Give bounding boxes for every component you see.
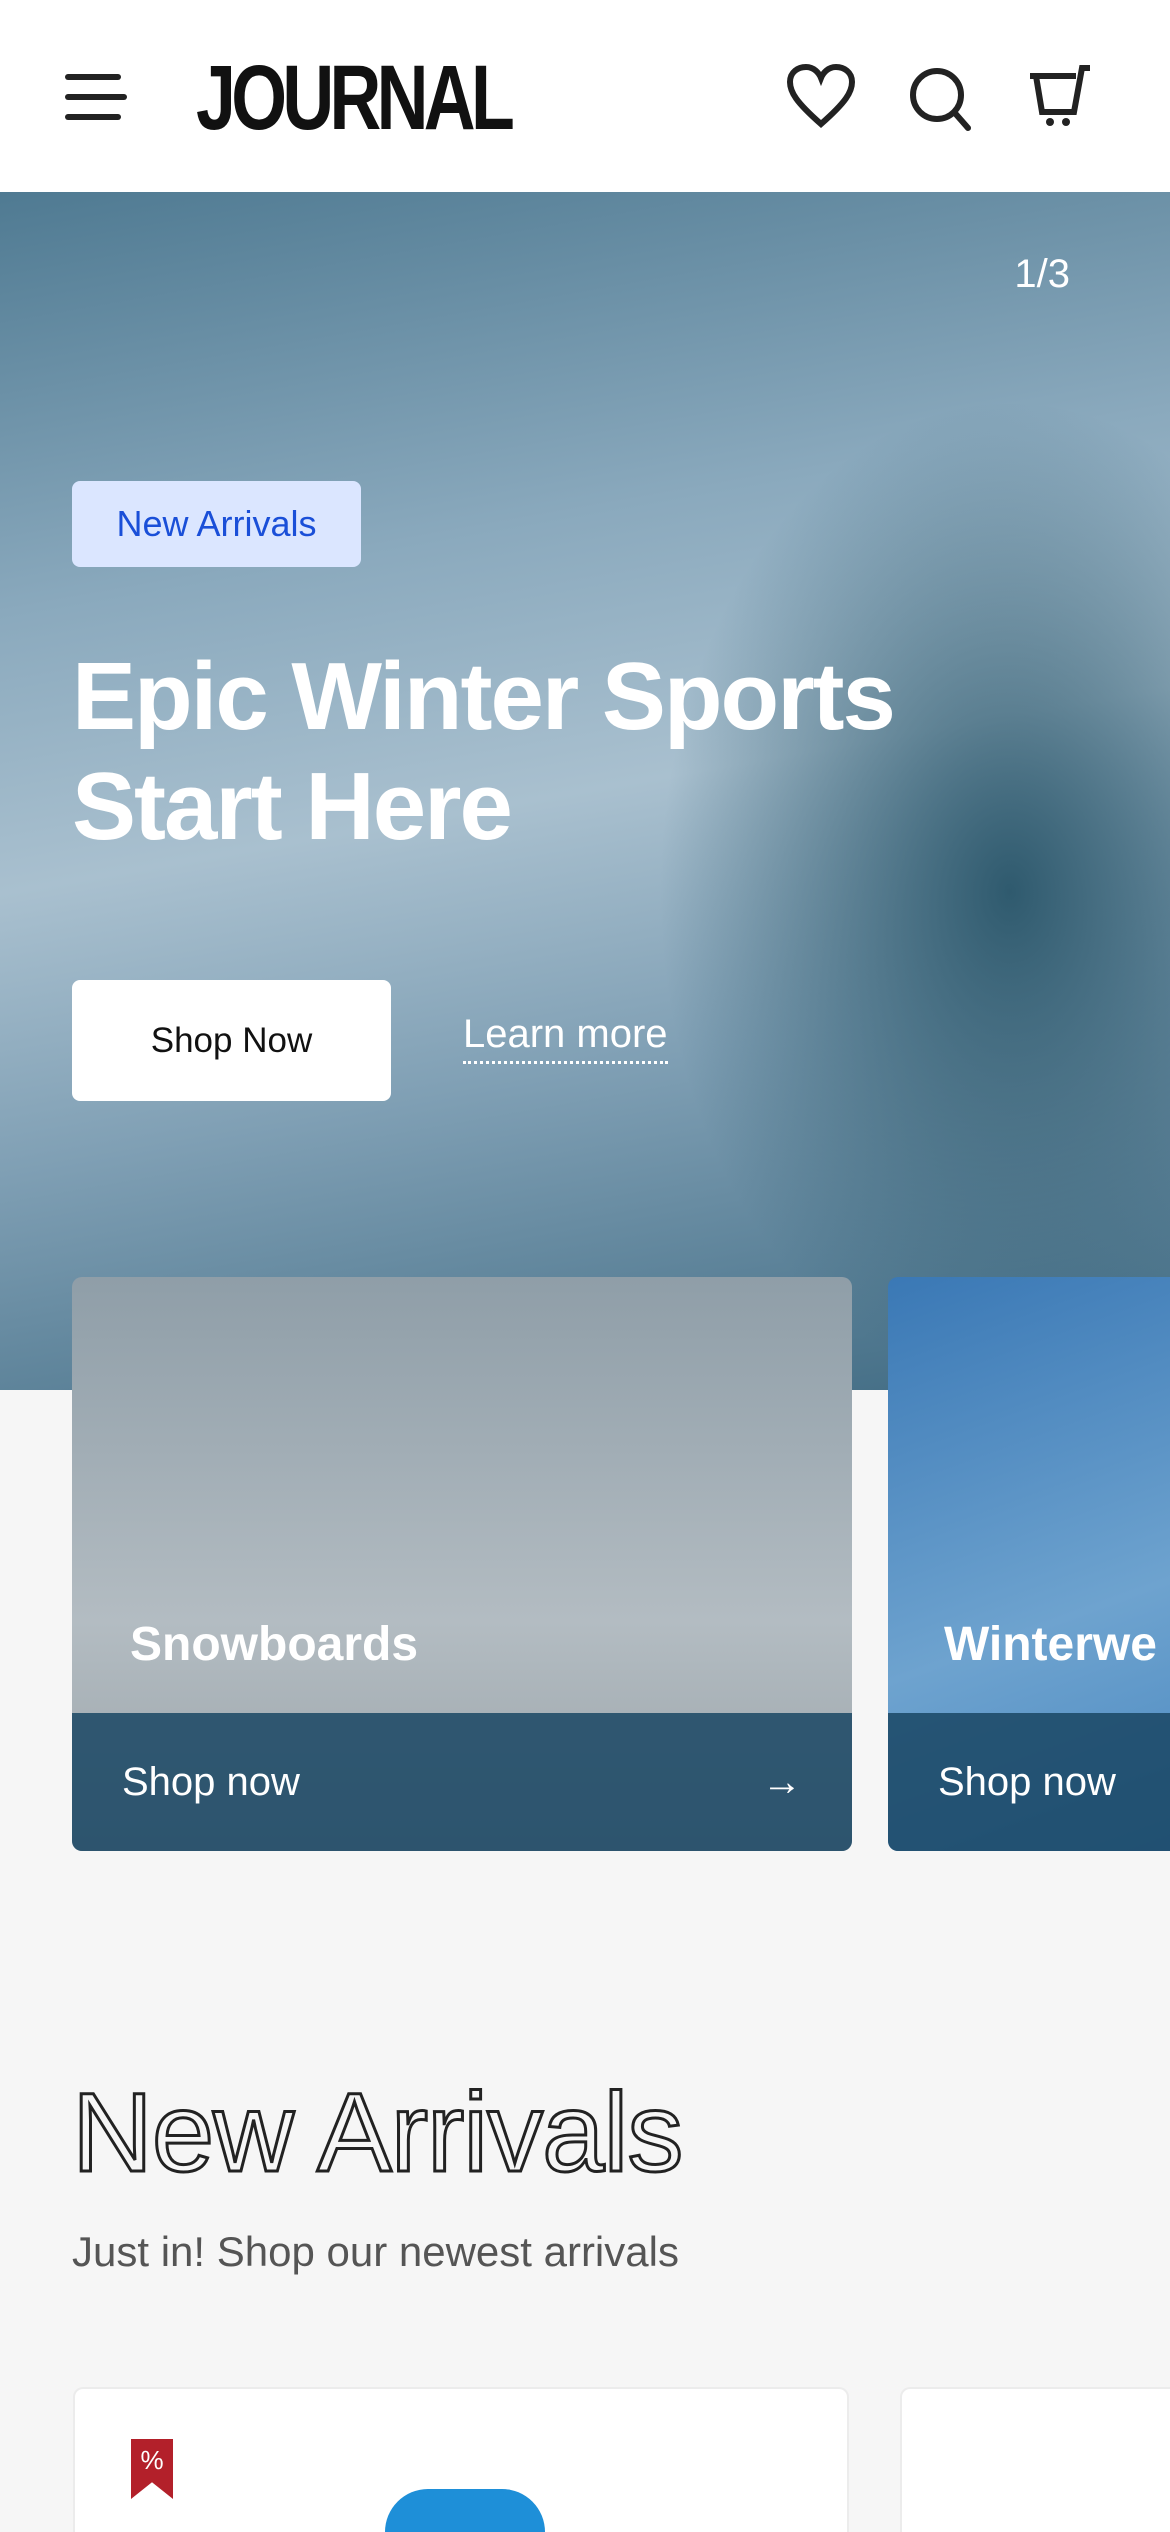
search-icon[interactable] bbox=[908, 66, 974, 132]
menu-icon[interactable] bbox=[64, 72, 128, 122]
heart-icon[interactable] bbox=[786, 64, 856, 130]
hero-title-line1: Epic Winter Sports bbox=[72, 643, 896, 750]
section-title: New Arrivals bbox=[70, 2069, 684, 2197]
arrow-right-icon: → bbox=[762, 1759, 802, 1804]
shop-now-button[interactable]: Shop Now bbox=[72, 980, 391, 1101]
category-card-winterwear[interactable]: Winterwe Shop now bbox=[888, 1277, 1170, 1851]
new-arrivals-badge: New Arrivals bbox=[72, 481, 361, 567]
category-card-snowboards[interactable]: Snowboards Shop now → bbox=[72, 1277, 852, 1851]
cart-icon[interactable] bbox=[1026, 64, 1096, 130]
header: JOURNAL bbox=[0, 0, 1170, 192]
learn-more-link[interactable]: Learn more bbox=[463, 1012, 668, 1064]
product-card[interactable] bbox=[900, 2387, 1170, 2532]
category-name: Winterwe bbox=[944, 1618, 1157, 1671]
category-shop-now[interactable]: Shop now bbox=[888, 1713, 1170, 1851]
category-shop-now[interactable]: Shop now → bbox=[72, 1713, 852, 1851]
shop-now-label: Shop now bbox=[938, 1759, 1116, 1804]
product-image bbox=[385, 2489, 545, 2532]
shop-now-label: Shop now bbox=[122, 1759, 300, 1804]
sale-badge: % bbox=[131, 2439, 173, 2499]
category-name: Snowboards bbox=[130, 1618, 419, 1671]
hero-title-line2: Start Here bbox=[72, 753, 513, 860]
hero-banner: 1/3 New Arrivals Epic Winter Sports Start… bbox=[0, 192, 1170, 1390]
section-subtitle: Just in! Shop our newest arrivals bbox=[72, 2228, 679, 2275]
slide-counter: 1/3 bbox=[1014, 252, 1070, 296]
logo[interactable]: JOURNAL bbox=[196, 52, 515, 144]
product-card[interactable]: % bbox=[73, 2387, 849, 2532]
hero-title: Epic Winter Sports Start Here bbox=[72, 642, 896, 862]
